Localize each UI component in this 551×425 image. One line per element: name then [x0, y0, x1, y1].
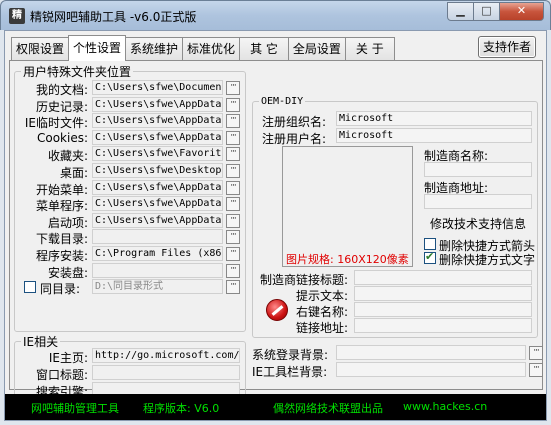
- folder-browse-button[interactable]: ···: [226, 280, 240, 295]
- status-version: 程序版本: V6.0: [143, 402, 220, 415]
- folder-path-input[interactable]: C:\Users\sfwe\Documents: [92, 80, 223, 95]
- folder-browse-button[interactable]: ···: [226, 114, 240, 129]
- folder-label: 历史记录:: [35, 99, 88, 114]
- minimize-icon: ▁: [456, 4, 465, 17]
- folders-legend: 用户特殊文件夹位置: [23, 65, 132, 79]
- same-dir-checkbox[interactable]: [24, 281, 36, 294]
- minimize-button[interactable]: ▁: [447, 2, 474, 21]
- folder-label: 我的文档:: [35, 83, 88, 97]
- support-author-button[interactable]: 支持作者: [478, 36, 536, 58]
- folder-label: 安装盘:: [47, 265, 88, 280]
- window-title: 精锐网吧辅助工具 -v6.0正式版: [30, 10, 197, 24]
- folder-label: 下载目录:: [35, 232, 88, 247]
- close-button[interactable]: ✕: [500, 2, 544, 21]
- maximize-icon: □: [481, 4, 492, 17]
- status-app-name: 网吧辅助管理工具: [31, 402, 119, 415]
- folder-browse-button[interactable]: ···: [226, 97, 240, 112]
- ie-label: 窗口标题:: [35, 368, 88, 382]
- right-key-input[interactable]: [354, 302, 532, 317]
- oem-legend: OEM-DIY: [261, 96, 304, 107]
- tab-strip: 权限设置 个性设置 系统维护 标准优化 其 它 全局设置 关 于: [11, 35, 395, 61]
- folder-browse-button[interactable]: ···: [226, 263, 240, 278]
- folder-path-input[interactable]: C:\Users\sfwe\AppData\: [92, 113, 223, 129]
- folder-path-input[interactable]: C:\Users\sfwe\Favorites: [92, 146, 223, 162]
- tip-label: 提示文本:: [296, 289, 349, 303]
- login-bg-browse-button[interactable]: ···: [529, 346, 543, 360]
- folder-path-input[interactable]: [92, 262, 223, 278]
- tip-input[interactable]: [354, 286, 532, 301]
- user-label: 注册用户名:: [262, 132, 327, 146]
- right-key-label: 右键名称:: [296, 305, 349, 319]
- folder-path-input[interactable]: C:\Users\sfwe\AppData\: [92, 179, 223, 195]
- folder-path-input[interactable]: C:\Program Files (x86): [92, 246, 223, 261]
- app-icon: 精: [9, 8, 25, 24]
- folder-browse-button[interactable]: ···: [226, 180, 240, 195]
- status-org: 偶然网络技术联盟出品: [273, 402, 383, 415]
- client-area: 权限设置 个性设置 系统维护 标准优化 其 它 全局设置 关 于 支持作者 用户…: [4, 30, 547, 421]
- tab-maintenance[interactable]: 系统维护: [125, 37, 184, 61]
- login-bg-label: 系统登录背景:: [252, 348, 329, 362]
- tab-personalize[interactable]: 个性设置: [68, 35, 127, 61]
- folder-browse-button[interactable]: ···: [226, 247, 240, 261]
- status-url[interactable]: www.hackes.cn: [403, 400, 487, 413]
- folder-browse-button[interactable]: ···: [226, 230, 240, 245]
- folder-label: 菜单程序:: [35, 199, 88, 214]
- folder-label: 程序安装:: [35, 249, 88, 263]
- tab-other[interactable]: 其 它: [239, 37, 289, 61]
- ie-label: IE主页:: [48, 351, 88, 365]
- maximize-button[interactable]: □: [474, 2, 500, 21]
- folder-label: 桌面:: [59, 166, 88, 180]
- remove-arrow-checkbox[interactable]: [424, 238, 436, 250]
- maker-name-input[interactable]: [424, 162, 532, 177]
- folder-label: IE临时文件:: [24, 116, 88, 131]
- link-addr-label: 链接地址:: [296, 321, 349, 335]
- folder-path-input[interactable]: C:\Users\sfwe\AppData\: [92, 96, 223, 112]
- ie-legend: IE相关: [23, 335, 59, 349]
- title-bar: 精 精锐网吧辅助工具 -v6.0正式版 ▁ □ ✕: [0, 0, 551, 30]
- folder-label: 收藏夹:: [47, 149, 88, 164]
- remove-text-checkbox[interactable]: [424, 250, 436, 264]
- org-label: 注册组织名:: [262, 115, 327, 129]
- tab-global[interactable]: 全局设置: [287, 37, 346, 61]
- link-title-label: 制造商链接标题:: [260, 273, 349, 287]
- close-icon: ✕: [516, 4, 527, 17]
- tab-about[interactable]: 关 于: [344, 37, 395, 61]
- ie-input[interactable]: http://go.microsoft.com/: [92, 348, 240, 363]
- tab-permissions[interactable]: 权限设置: [11, 37, 70, 61]
- folder-label: 同目录:: [40, 282, 81, 297]
- folder-browse-button[interactable]: ···: [226, 213, 240, 228]
- folder-browse-button[interactable]: ···: [226, 81, 240, 95]
- tab-optimize[interactable]: 标准优化: [182, 37, 241, 61]
- user-input[interactable]: Microsoft: [336, 128, 532, 143]
- link-title-input[interactable]: [354, 270, 532, 285]
- edit-support-link[interactable]: 修改技术支持信息: [430, 215, 526, 232]
- folder-browse-button[interactable]: ···: [226, 197, 240, 212]
- folder-path-input[interactable]: C:\Users\sfwe\AppData\: [92, 129, 223, 145]
- remove-text-label: 删除快捷方式文字: [439, 253, 536, 267]
- status-bar: 网吧辅助管理工具 程序版本: V6.0 偶然网络技术联盟出品 www.hacke…: [5, 394, 546, 420]
- folder-path-input[interactable]: D:\同目录形式: [92, 279, 223, 295]
- tab-panel: 用户特殊文件夹位置 IE相关 OEM-DIY 注册组织名: Microsoft …: [9, 60, 543, 417]
- folder-browse-button[interactable]: ···: [226, 130, 240, 145]
- toolbar-bg-browse-button[interactable]: ···: [529, 363, 543, 377]
- org-input[interactable]: Microsoft: [336, 111, 532, 126]
- link-addr-input[interactable]: [354, 318, 532, 333]
- toolbar-bg-input[interactable]: [336, 362, 526, 377]
- preview-caption: 图片规格: 160X120像素: [286, 253, 409, 266]
- folder-path-input[interactable]: C:\Users\sfwe\AppData\: [92, 196, 223, 212]
- folder-label: 开始菜单:: [35, 182, 88, 197]
- folder-label: Cookies:: [36, 130, 88, 145]
- login-bg-input[interactable]: [336, 345, 526, 360]
- toolbar-bg-label: IE工具栏背景:: [252, 365, 328, 379]
- oem-logo-preview[interactable]: [282, 146, 413, 267]
- ie-input[interactable]: [92, 365, 240, 380]
- maker-addr-input[interactable]: [424, 194, 532, 209]
- folder-label: 启动项:: [47, 215, 88, 230]
- folder-path-input[interactable]: C:\Users\sfwe\Desktop: [92, 163, 223, 178]
- folder-browse-button[interactable]: ···: [226, 164, 240, 178]
- folder-browse-button[interactable]: ···: [226, 147, 240, 162]
- folder-path-input[interactable]: [92, 229, 223, 245]
- folder-path-input[interactable]: C:\Users\sfwe\AppData\: [92, 212, 223, 228]
- stop-icon[interactable]: [266, 299, 288, 321]
